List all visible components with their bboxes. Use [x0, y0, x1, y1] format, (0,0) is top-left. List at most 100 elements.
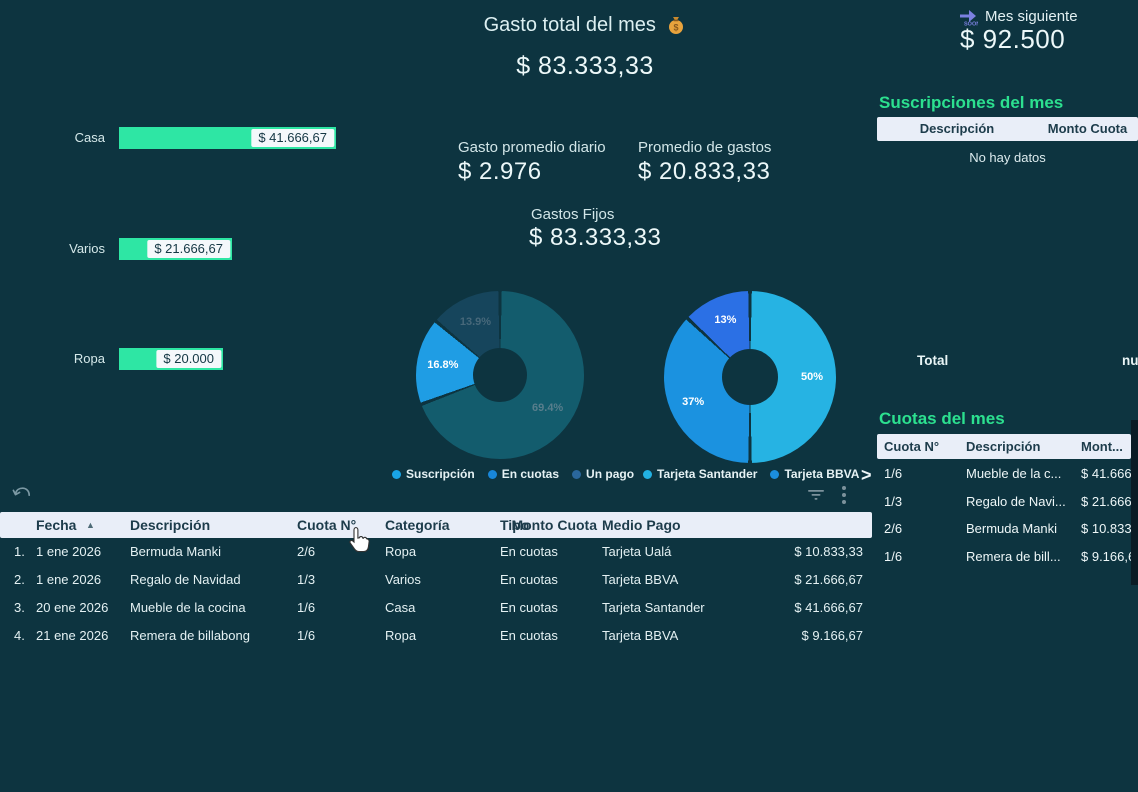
cell-descripcion: Regalo de Navidad — [130, 566, 241, 594]
cell-tipo: En cuotas — [500, 566, 558, 594]
cell-cuota: 1/3 — [297, 566, 315, 594]
transactions-body: 1. 1 ene 2026 Bermuda Manki 2/6 Ropa En cuota… — [0, 538, 1138, 658]
subscriptions-empty-message: No hay datos — [877, 150, 1138, 165]
column-header-descripcion[interactable]: Descripción — [966, 434, 1040, 459]
cell-monto: $ 9.166,67 — [802, 622, 863, 650]
cell-descripcion: Bermuda Manki — [130, 538, 221, 566]
transactions-header-row: Fecha▲DescripciónCuota N°CategoríaTipoMe… — [0, 512, 872, 538]
subscriptions-total-value: null — [1122, 353, 1138, 368]
cell-descripcion: Remera de billabong — [130, 622, 250, 650]
cell-categoria: Ropa — [385, 538, 416, 566]
cell-medio: Tarjeta BBVA — [602, 566, 678, 594]
column-header-cuota-n[interactable]: Cuota N° — [884, 434, 939, 459]
cell-monto: $ 41.666,67 — [794, 594, 863, 622]
column-header-descripcion[interactable]: Descripción — [130, 512, 210, 538]
column-header-descripcion[interactable]: Descripción — [877, 117, 1037, 141]
total-month-value: $ 83.333,33 — [405, 52, 765, 81]
cell-monto: $ 21.666,67 — [794, 566, 863, 594]
subscriptions-title: Suscripciones del mes — [879, 93, 1063, 113]
bar-category-label: Varios — [40, 241, 105, 257]
donut-hole — [722, 349, 778, 405]
subscriptions-header-row: Descripción Monto Cuota — [877, 117, 1138, 141]
table-row[interactable]: 4.21 ene 2026Remera de billabong1/6RopaE… — [0, 622, 1138, 650]
legend-medio-pago: Tarjeta Santander Tarjeta BBVA — [643, 467, 872, 481]
column-header-medio[interactable]: Medio Pago — [602, 512, 681, 538]
cell-tipo: En cuotas — [500, 594, 558, 622]
cell-fecha: 20 ene 2026 — [36, 594, 108, 622]
legend-label: Un pago — [586, 467, 634, 481]
cell-monto: $ 10.833,33 — [794, 538, 863, 566]
cell-row-number: 3. — [14, 594, 25, 622]
legend-item[interactable]: Suscripción — [392, 467, 475, 481]
svg-text:$: $ — [674, 23, 679, 33]
table-row[interactable]: 1. 1 ene 2026 Bermuda Manki 2/6 Ropa En cuota… — [0, 538, 1138, 566]
installments-header-row: Cuota N° Descripción Mont... — [877, 434, 1131, 459]
legend-tipo-gasto: Suscripción En cuotas Un pago — [392, 467, 647, 481]
cell-row-number: 1. — [14, 538, 25, 566]
column-header-monto-cuota[interactable]: Monto Cuota — [1037, 117, 1138, 141]
legend-dot — [488, 470, 497, 479]
expense-average-value: $ 20.833,33 — [638, 158, 770, 186]
legend-item[interactable]: Tarjeta Santander — [643, 467, 757, 481]
subscriptions-total-label: Total — [917, 353, 948, 368]
table-row[interactable]: 2.1 ene 2026Regalo de Navidad1/3VariosEn… — [0, 566, 1138, 594]
cell-cuota: 1/6 — [884, 460, 902, 487]
column-header-fecha[interactable]: Fecha — [36, 512, 76, 538]
legend-label: En cuotas — [502, 467, 559, 481]
legend-item[interactable]: En cuotas — [488, 467, 559, 481]
bar-value-label: $ 41.666,67 — [251, 129, 334, 147]
cell-cuota: 2/6 — [297, 538, 315, 566]
legend-label: Suscripción — [406, 467, 475, 481]
cell-cuota: 1/6 — [297, 594, 315, 622]
total-month-label: Gasto total del mes — [484, 14, 656, 36]
bar-category-label: Casa — [40, 130, 105, 146]
legend-item[interactable]: Un pago — [572, 467, 634, 481]
cell-monto: $ 21.666,67 — [1081, 488, 1131, 515]
legend-item[interactable]: Tarjeta BBVA — [770, 467, 859, 481]
donut-chart-medio-pago[interactable]: 50%37%13% — [664, 291, 836, 463]
legend-dot — [572, 470, 581, 479]
legend-label: Tarjeta Santander — [657, 467, 757, 481]
cell-tipo: En cuotas — [500, 538, 558, 566]
column-header-categoria[interactable]: Categoría — [385, 512, 450, 538]
next-month-scorecard: SOON Mes siguiente — [958, 6, 1078, 26]
next-month-label: Mes siguiente — [985, 8, 1078, 25]
cell-categoria: Ropa — [385, 622, 416, 650]
legend-dot — [770, 470, 779, 479]
cell-categoria: Varios — [385, 566, 421, 594]
legend-dot — [643, 470, 652, 479]
kebab-menu-icon[interactable] — [841, 485, 847, 510]
column-header-monto[interactable]: Mont... — [1081, 434, 1123, 459]
column-header-monto[interactable]: Monto Cuota — [511, 512, 597, 538]
fixed-expenses-label: Gastos Fijos — [531, 206, 614, 223]
donut-chart-tipo-gasto[interactable]: 69.4%16.8%13.9% — [416, 291, 584, 459]
installment-row[interactable]: 1/3Regalo de Navi...$ 21.666,67 — [877, 488, 1131, 516]
cell-descripcion: Mueble de la c... — [966, 460, 1078, 487]
legend-more-chevron-icon[interactable]: > — [861, 465, 872, 486]
category-bar-chart: Casa$ 41.666,67Varios$ 21.666,67Ropa$ 20… — [0, 0, 400, 400]
cell-row-number: 4. — [14, 622, 25, 650]
donut-percentage-label: 13.9% — [460, 316, 491, 328]
table-row[interactable]: 3.20 ene 2026Mueble de la cocina1/6CasaE… — [0, 594, 1138, 622]
daily-average-value: $ 2.976 — [458, 158, 542, 186]
donut-percentage-label: 50% — [801, 371, 823, 383]
legend-label: Tarjeta BBVA — [784, 467, 859, 481]
donut-percentage-label: 13% — [714, 314, 736, 326]
daily-average-label: Gasto promedio diario — [458, 139, 606, 156]
next-month-value: $ 92.500 — [960, 24, 1065, 55]
undo-icon[interactable] — [12, 486, 32, 508]
cell-fecha: 1 ene 2026 — [36, 538, 101, 566]
cell-medio: Tarjeta BBVA — [602, 622, 678, 650]
total-month-scorecard: Gasto total del mes $ — [405, 14, 765, 37]
cell-fecha: 21 ene 2026 — [36, 622, 108, 650]
legend-dot — [392, 470, 401, 479]
cell-row-number: 2. — [14, 566, 25, 594]
money-bag-icon: $ — [666, 15, 686, 35]
sort-ascending-icon: ▲ — [86, 512, 95, 538]
installment-row[interactable]: 1/6Mueble de la c...$ 41.666,67 — [877, 460, 1131, 488]
filter-icon[interactable] — [806, 488, 826, 507]
cell-cuota: 1/3 — [884, 488, 902, 515]
mouse-cursor-hand — [346, 526, 372, 561]
cell-medio: Tarjeta Santander — [602, 594, 705, 622]
cell-tipo: En cuotas — [500, 622, 558, 650]
